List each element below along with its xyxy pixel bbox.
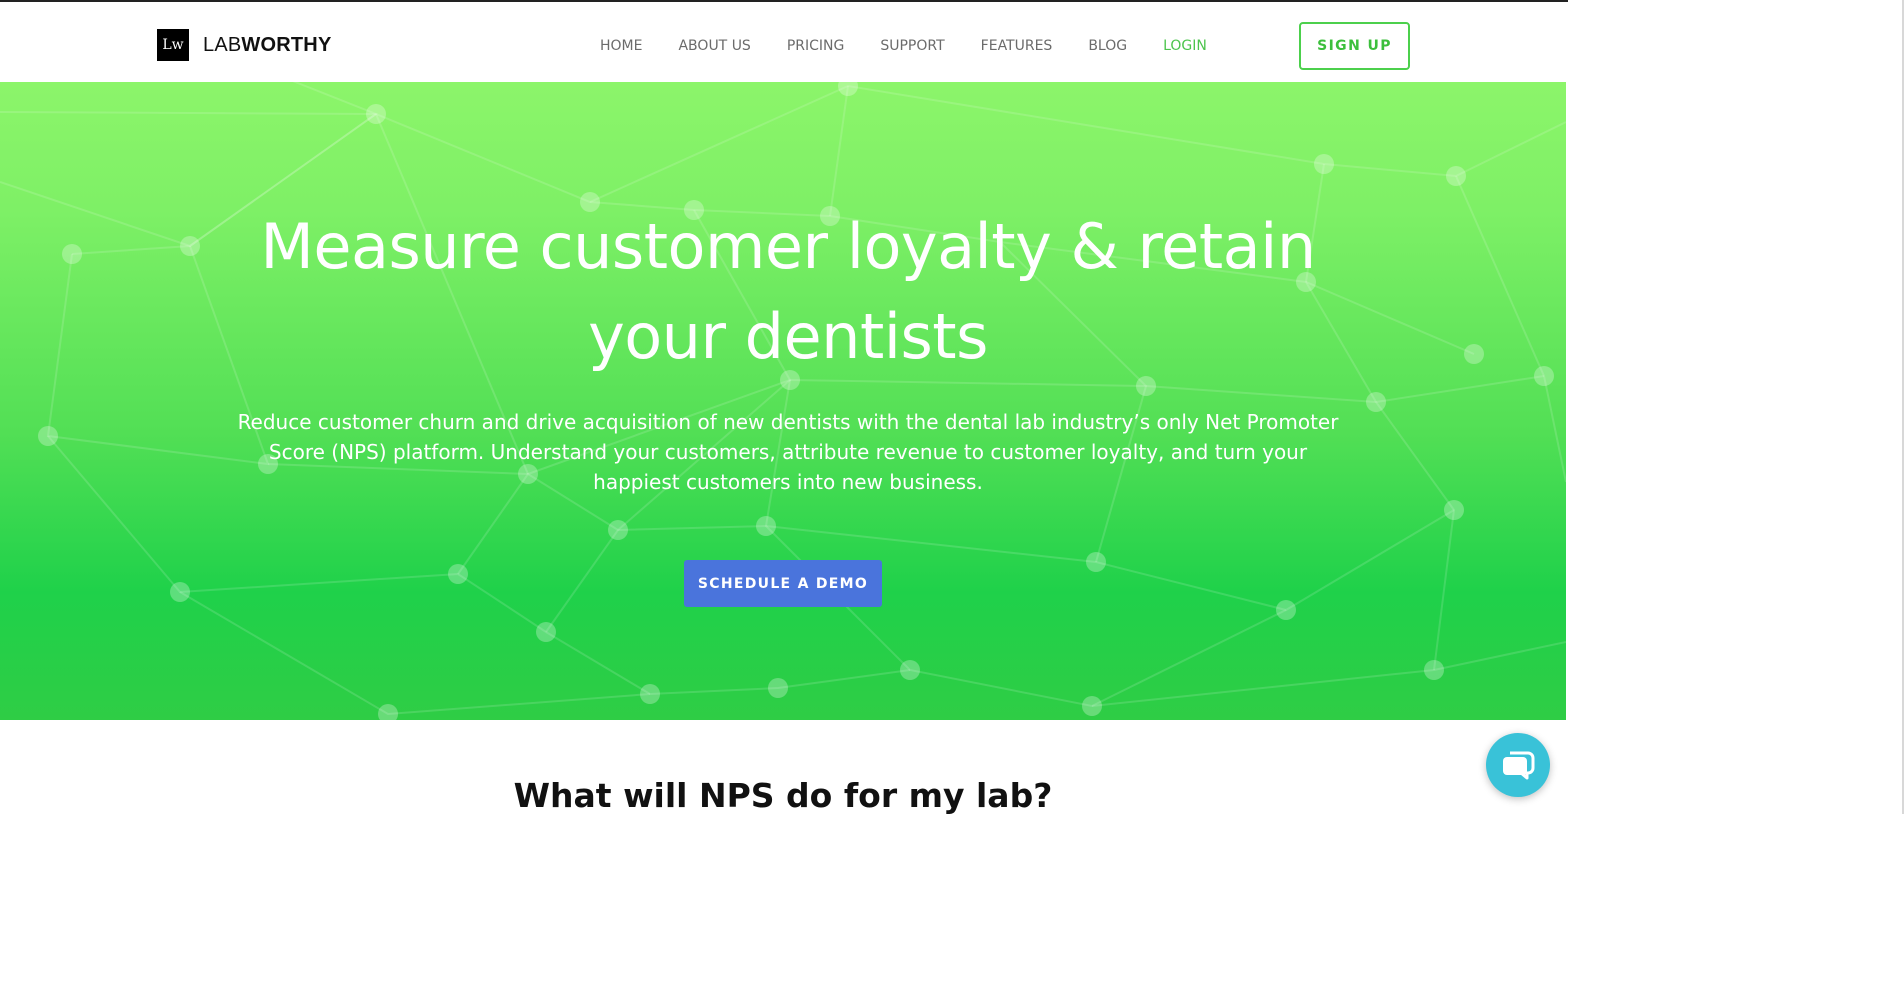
main-nav: HOME ABOUT US PRICING SUPPORT FEATURES B… bbox=[600, 38, 1243, 54]
hero-subtitle-line-3: happiest customers into new business. bbox=[593, 470, 983, 494]
logo-wordmark: LABWORTHY bbox=[203, 34, 331, 57]
hero-title: Measure customer loyalty & retain your d… bbox=[0, 202, 1566, 382]
logo-wordmark-bold: WORTHY bbox=[241, 33, 332, 56]
hero-subtitle: Reduce customer churn and drive acquisit… bbox=[220, 407, 1356, 497]
hero-subtitle-line-1: Reduce customer churn and drive acquisit… bbox=[237, 410, 1339, 434]
hero-title-line-2: your dentists bbox=[588, 300, 988, 373]
nav-support[interactable]: SUPPORT bbox=[880, 38, 944, 54]
nav-login[interactable]: LOGIN bbox=[1163, 38, 1207, 54]
logo-mark: Lw bbox=[157, 29, 189, 61]
chat-bubble-icon bbox=[1503, 751, 1535, 780]
hero-section: Measure customer loyalty & retain your d… bbox=[0, 82, 1566, 720]
nav-pricing[interactable]: PRICING bbox=[787, 38, 845, 54]
nav-features[interactable]: FEATURES bbox=[981, 38, 1053, 54]
site-header: Lw LABWORTHY HOME ABOUT US PRICING SUPPO… bbox=[0, 2, 1566, 82]
hero-title-line-1: Measure customer loyalty & retain bbox=[260, 210, 1316, 283]
network-background-graphic bbox=[0, 82, 1566, 720]
section-title: What will NPS do for my lab? bbox=[513, 776, 1053, 815]
logo-wordmark-light: LAB bbox=[203, 33, 242, 56]
nav-blog[interactable]: BLOG bbox=[1088, 38, 1127, 54]
chat-widget-button[interactable] bbox=[1486, 733, 1550, 797]
sign-up-button[interactable]: SIGN UP bbox=[1299, 22, 1410, 70]
schedule-demo-button[interactable]: SCHEDULE A DEMO bbox=[684, 560, 882, 607]
nav-home[interactable]: HOME bbox=[600, 38, 642, 54]
hero-subtitle-line-2: Score (NPS) platform. Understand your cu… bbox=[268, 440, 1308, 464]
nav-about-us[interactable]: ABOUT US bbox=[678, 38, 750, 54]
logo[interactable]: Lw LABWORTHY bbox=[157, 29, 331, 61]
